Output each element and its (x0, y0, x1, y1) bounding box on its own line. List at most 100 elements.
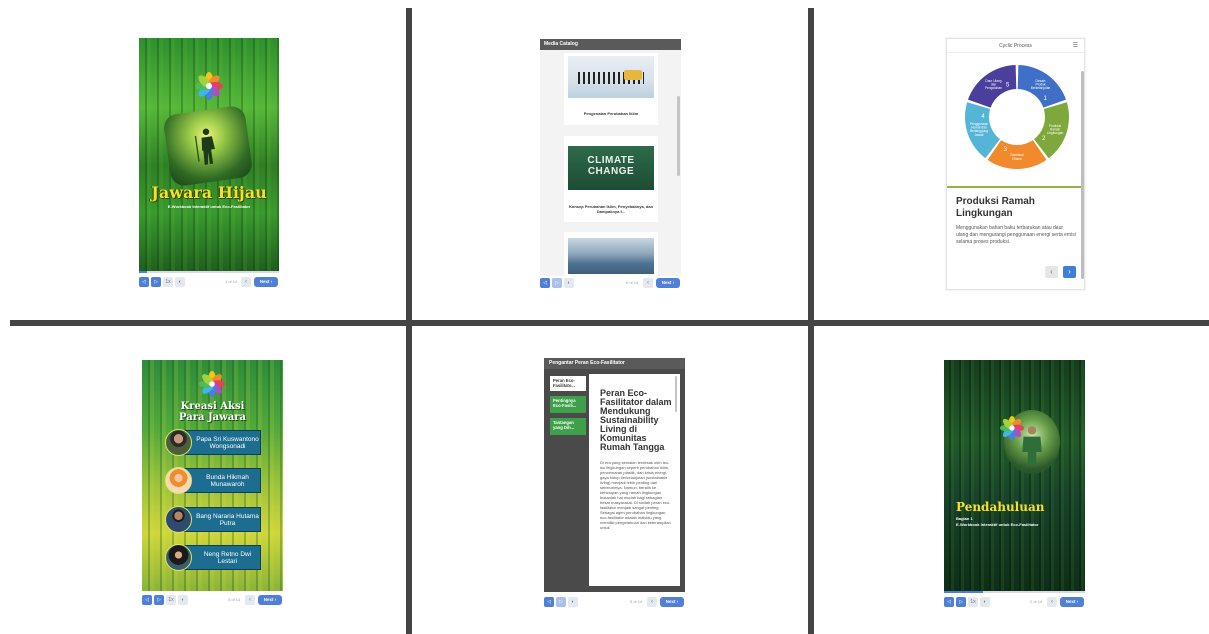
warrior-figure-icon (194, 128, 215, 165)
person-card[interactable]: Bang Nararia Hutama Putra (165, 506, 261, 533)
scrollbar-thumb[interactable] (1081, 71, 1084, 279)
forward-icon-button[interactable]: ▷ (556, 597, 566, 607)
speed-button[interactable]: 1x (163, 277, 173, 287)
person-card[interactable]: Papa Sri Kuswantono Wongsonadi (165, 429, 261, 456)
hero-illustration (162, 104, 254, 188)
back-icon-button[interactable]: ◁ (142, 595, 152, 605)
next-button[interactable]: Next › (660, 597, 684, 607)
control-bar: ◁ ▷ ◐ 6 of 14 ‹ Next › (540, 277, 681, 289)
back-icon-button[interactable]: ◁ (944, 597, 954, 607)
tab-pentingnya-eco-fasilitator[interactable]: Pentingnya Eco-Fasili... (550, 396, 586, 413)
cyclic-header: Cyclic Process ☰ (947, 39, 1084, 53)
scrollbar-thumb[interactable] (677, 96, 680, 176)
progress-bar (944, 591, 1085, 593)
pendahuluan-screen: Pendahuluan Bagian 1 E-Workbook Interakt… (944, 360, 1085, 591)
page-indicator: 6 of 14 (626, 280, 639, 285)
page-indicator: 3 of 14 (228, 597, 241, 602)
next-button[interactable]: Next › (254, 277, 278, 287)
media-caption: Konsep Perubahan Iklim, Penyebabnya, dan… (568, 204, 654, 214)
prev-button[interactable]: ‹ (241, 277, 251, 287)
pendahuluan-section: Bagian 1 (956, 516, 973, 521)
climate-text: CLIMATE (587, 155, 635, 166)
avatar (165, 429, 192, 456)
menu-icon[interactable]: ☰ (1073, 42, 1078, 49)
diagram-divider (947, 186, 1084, 188)
forward-icon-button[interactable]: ▷ (151, 277, 161, 287)
speed-button[interactable]: 1x (968, 597, 978, 607)
panel-pendahuluan: Pendahuluan Bagian 1 E-Workbook Interakt… (814, 326, 1209, 634)
article-body: Di era yang semakin terdesak oleh isu-is… (600, 460, 671, 530)
panel-media-catalog: Media Catalog Pengenalan Perubahan Iklim… (412, 0, 808, 320)
prev-button[interactable]: ‹ (643, 278, 653, 288)
forward-icon-button[interactable]: ▷ (154, 595, 164, 605)
progress-fill (944, 591, 984, 593)
control-bar: ◁ ▷ 1x ◐ 1 of 14 ‹ Next › (139, 276, 279, 288)
flower-logo-icon (1000, 416, 1024, 440)
person-card[interactable]: Neng Retno Dwi Lestari (165, 544, 261, 571)
media-card[interactable]: Pengenalan Perubahan Iklim (564, 53, 658, 125)
article-title: Peran Eco-Fasilitator dalam Mendukung Su… (600, 388, 672, 452)
next-arrow-button[interactable]: › (1063, 266, 1076, 278)
media-thumbnail: CLIMATE CHANGE (568, 146, 654, 190)
speed-button[interactable]: 1x (166, 595, 176, 605)
cycle-diagram: 1Desain Produk Berkelanjutan2Produksi Ramah… (965, 65, 1069, 169)
progress-fill (139, 271, 148, 273)
audio-icon-button[interactable]: ◐ (980, 597, 990, 607)
cover-screen: Jawara Hijau E-Workbook Interaktif untuk… (139, 38, 279, 271)
page-indicator: 2 of 14 (1030, 599, 1043, 604)
avatar (165, 506, 192, 533)
panel-pengantar: Pengantar Peran Eco-Fasilitator Peran Ec… (412, 326, 808, 634)
page-indicator: 1 of 14 (225, 279, 238, 284)
back-icon-button[interactable]: ◁ (540, 278, 550, 288)
media-caption: Pengenalan Perubahan Iklim (583, 111, 639, 116)
control-bar: ◁ ▷ ◐ 5 of 14 ‹ Next › (544, 596, 685, 608)
person-name: Neng Retno Dwi Lestari (182, 545, 261, 570)
media-card[interactable]: CLIMATE CHANGE Konsep Perubahan Iklim, P… (564, 136, 658, 222)
cover-title: Jawara Hijau (151, 183, 267, 202)
next-button[interactable]: Next › (258, 595, 282, 605)
prev-button[interactable]: ‹ (1047, 597, 1057, 607)
audio-icon-button[interactable]: ◐ (564, 278, 574, 288)
panel-cover-jawara-hijau: Jawara Hijau E-Workbook Interaktif untuk… (0, 0, 406, 320)
page-indicator: 5 of 14 (630, 599, 643, 604)
prev-button[interactable]: ‹ (647, 597, 657, 607)
scrollbar-thumb[interactable] (675, 376, 677, 412)
audio-icon-button[interactable]: ◐ (175, 277, 185, 287)
step-description: Menggunakan bahan baku terbarukan atau d… (956, 225, 1076, 245)
back-icon-button[interactable]: ◁ (544, 597, 554, 607)
media-catalog-header: Media Catalog (540, 39, 681, 50)
next-button[interactable]: Next › (656, 278, 680, 288)
flower-logo-icon (195, 72, 223, 100)
tab-peran-eco-fasilitator[interactable]: Peran Eco-Fasilitato... (550, 376, 586, 391)
audio-icon-button[interactable]: ◐ (178, 595, 188, 605)
person-name: Papa Sri Kuswantono Wongsonadi (182, 430, 261, 455)
next-button[interactable]: Next › (1060, 597, 1084, 607)
progress-bar (139, 271, 279, 273)
prev-arrow-button[interactable]: ‹ (1045, 266, 1058, 278)
person-card[interactable]: Bunda Hikmah Munawaroh (165, 467, 261, 494)
cyclic-title: Cyclic Process (999, 43, 1032, 49)
audio-icon-button[interactable]: ◐ (568, 597, 578, 607)
media-thumbnail (568, 56, 654, 98)
panel-cyclic-process: Cyclic Process ☰ 1 Desain Produk Berkelanju… (814, 0, 1209, 320)
pendahuluan-title: Pendahuluan (956, 500, 1045, 514)
media-card[interactable] (564, 232, 658, 276)
forward-icon-button[interactable]: ▷ (956, 597, 966, 607)
flower-logo-icon (199, 371, 225, 397)
tab-tantangan[interactable]: Tantangan yang Dih... (550, 418, 586, 435)
forward-icon-button[interactable]: ▷ (552, 278, 562, 288)
control-bar: ◁ ▷ 1x ◐ 2 of 14 ‹ Next › (944, 596, 1085, 608)
step-heading: Produksi Ramah Lingkungan (956, 196, 1035, 219)
kreasi-title-2: Para Jawara (178, 412, 246, 423)
banner-shape (624, 70, 642, 80)
media-thumbnail (568, 238, 654, 274)
avatar (165, 544, 192, 571)
prev-button[interactable]: ‹ (245, 595, 255, 605)
pendahuluan-subtitle: E-Workbook Interaktif untuk Eco-Fasilita… (956, 522, 1039, 527)
pengantar-content: Peran Eco-Fasilitator dalam Mendukung Su… (589, 374, 680, 586)
cover-subtitle: E-Workbook Interaktif untuk Eco-Fasilita… (167, 204, 251, 209)
back-icon-button[interactable]: ◁ (139, 277, 149, 287)
person-name: Bang Nararia Hutama Putra (182, 507, 261, 532)
cyclic-card: Cyclic Process ☰ 1 Desain Produk Berkelanju… (946, 38, 1085, 290)
avatar (165, 467, 192, 494)
